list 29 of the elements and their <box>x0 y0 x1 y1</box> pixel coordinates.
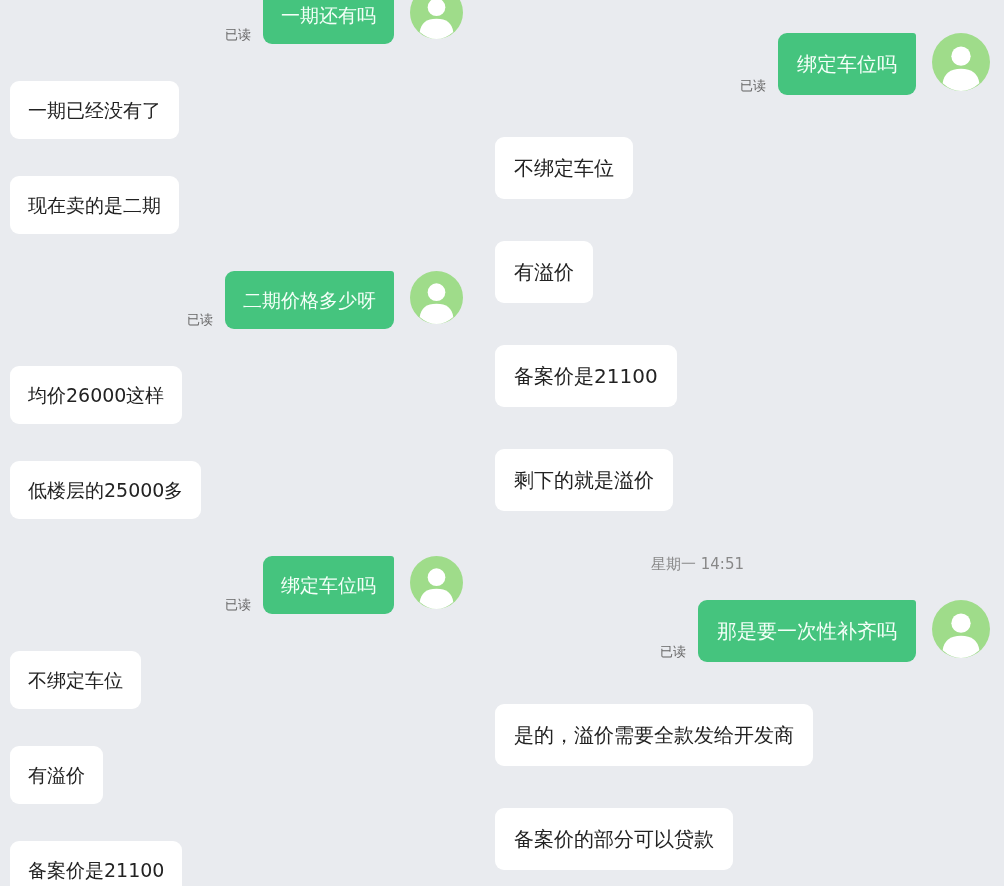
received-message: 剩下的就是溢价 <box>495 449 673 511</box>
received-message: 备案价的部分可以贷款 <box>495 807 733 870</box>
received-message: 不绑定车位 <box>10 651 141 709</box>
avatar-icon <box>410 556 463 609</box>
timestamp: 星期一 14:51 <box>651 554 744 575</box>
avatar-icon <box>410 271 463 324</box>
avatar-icon <box>410 0 463 39</box>
received-message: 不绑定车位 <box>495 137 633 199</box>
avatar-icon <box>932 33 990 91</box>
sent-message: 绑定车位吗 <box>778 33 916 95</box>
read-receipt: 已读 <box>187 310 213 329</box>
received-message: 均价26000这样 <box>10 366 183 424</box>
sent-message: 绑定车位吗 <box>263 556 394 614</box>
received-message: 是的，溢价需要全款发给开发商 <box>495 703 813 766</box>
received-message: 一期已经没有了 <box>10 81 179 139</box>
received-message: 备案价是21100 <box>10 841 183 886</box>
read-receipt: 已读 <box>660 643 686 661</box>
received-message: 现在卖的是二期 <box>10 176 179 234</box>
sent-message: 二期价格多少呀 <box>225 271 394 329</box>
read-receipt: 已读 <box>740 76 766 95</box>
received-message: 有溢价 <box>10 746 103 804</box>
avatar-icon <box>932 599 990 658</box>
sent-message: 一期还有吗 <box>263 0 394 44</box>
received-message: 有溢价 <box>495 241 593 303</box>
read-receipt: 已读 <box>225 25 251 44</box>
read-receipt: 已读 <box>225 595 251 614</box>
received-message: 备案价是21100 <box>495 345 677 407</box>
received-message: 低楼层的25000多 <box>10 461 202 519</box>
sent-message: 那是要一次性补齐吗 <box>698 599 916 662</box>
